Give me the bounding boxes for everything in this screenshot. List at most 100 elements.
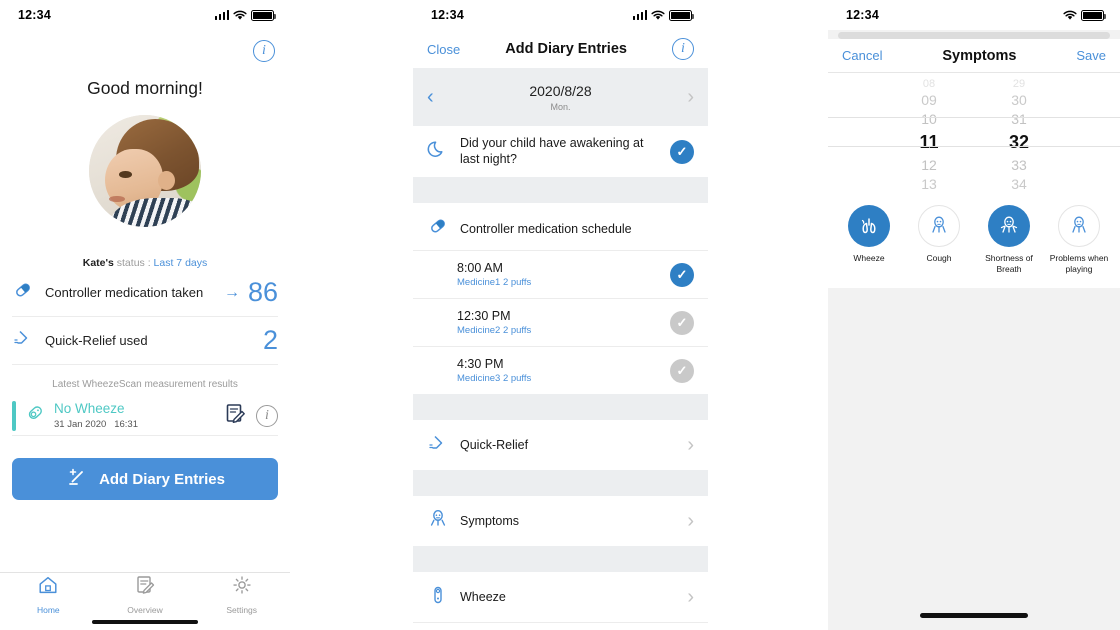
minute-option[interactable]: 33 [991,156,1047,175]
nav-row-label: Quick-Relief [460,438,529,453]
symptom-option-cough[interactable]: Cough [904,205,974,274]
battery-icon [669,9,695,21]
home-header: i [0,30,290,72]
add-diary-entries-button[interactable]: Add Diary Entries [12,458,278,500]
minute-option-selected[interactable]: 32 [991,129,1047,156]
tab-label: Overview [127,605,163,615]
hour-option[interactable]: 08 [901,77,957,91]
medication-row[interactable]: 12:30 PM Medicine2 2 puffs ✓ [413,298,708,346]
date-value: 2020/8/28 [529,82,592,99]
medication-name: Medicine2 2 puffs [457,325,532,337]
nav-row-symptoms[interactable]: Symptoms › [413,496,708,547]
battery-icon [251,9,277,21]
hour-column[interactable]: 08 09 10 11 12 13 14 [901,77,957,193]
medication-info: 4:30 PM Medicine3 2 puffs [457,357,670,384]
gear-icon [231,574,253,601]
time-picker[interactable]: 08 09 10 11 12 13 14 29 30 31 32 33 34 3… [828,73,1120,193]
nav-row-quick-relief[interactable]: Quick-Relief › [413,420,708,471]
minute-option[interactable]: 34 [991,175,1047,193]
hour-option[interactable]: 10 [901,110,957,129]
wheezescan-result-row[interactable]: No Wheeze 31 Jan 2020 16:31 i [12,396,278,436]
controller-medication-header: Controller medication schedule [413,203,708,250]
modal-grabber[interactable] [838,32,1110,39]
info-icon[interactable]: i [256,404,278,427]
medication-time: 4:30 PM [457,357,504,372]
save-button[interactable]: Save [1076,48,1106,63]
chevron-left-icon[interactable]: ‹ [427,87,434,107]
symptom-option-problems-when-playing[interactable]: Problems when playing [1044,205,1114,274]
medication-name: Medicine1 2 puffs [457,277,532,289]
wifi-icon [233,10,247,21]
medication-row[interactable]: 8:00 AM Medicine1 2 puffs ✓ [413,250,708,298]
chevron-right-icon: › [687,434,694,457]
avatar[interactable] [89,115,201,227]
status-range[interactable]: Last 7 days [154,257,208,269]
home-indicator [92,619,198,624]
home-indicator [920,613,1028,618]
phone-screen-symptoms-modal: 12:34 Cancel Symptoms Save 08 09 10 11 1… [828,0,1120,630]
play-person-icon [1058,205,1100,247]
symptom-option-wheeze[interactable]: Wheeze [834,205,904,274]
minute-option[interactable]: 31 [991,110,1047,129]
pill-icon [427,215,449,242]
controller-medication-title: Controller medication schedule [460,221,632,236]
wheeze-result-value: No Wheeze [54,401,125,417]
info-icon[interactable]: i [253,40,275,62]
medication-check-toggle[interactable]: ✓ [670,262,694,287]
tab-home[interactable]: Home [0,573,97,630]
inhaler-icon [427,432,449,459]
tab-settings[interactable]: Settings [193,573,290,630]
stat-row-quick-relief[interactable]: Quick-Relief used 2 [12,317,278,365]
awakening-question-row[interactable]: Did your child have awakening at last ni… [413,126,708,178]
status-bar-time: 12:34 [18,8,51,22]
breath-person-icon [988,205,1030,247]
nav-row-label: Symptoms [460,514,520,529]
selected-date: 2020/8/28 Mon. [529,83,591,112]
wheezescan-section-title: Latest WheezeScan measurement results [52,379,238,390]
stat-value: 86 [247,277,278,307]
page-title: Good morning! [87,78,203,98]
wheeze-result-timestamp: 31 Jan 2020 16:31 [54,419,216,430]
medication-row[interactable]: 4:30 PM Medicine3 2 puffs ✓ [413,346,708,394]
minute-option[interactable]: 29 [991,77,1047,91]
minute-option[interactable]: 30 [991,91,1047,110]
chevron-right-icon[interactable]: › [687,87,694,107]
medication-check-toggle[interactable]: ✓ [670,310,694,335]
navigation-bar: Close Add Diary Entries i [413,30,708,68]
medication-check-toggle[interactable]: ✓ [670,358,694,383]
page-title: Symptoms [942,47,1017,64]
inhaler-icon [12,327,34,354]
wheezescan-device-icon [24,402,46,429]
wheeze-time: 16:31 [114,418,138,430]
status-bar-time: 12:34 [431,8,464,22]
awakening-check-toggle[interactable]: ✓ [670,139,694,164]
minute-column[interactable]: 29 30 31 32 33 34 35 [991,77,1047,193]
hour-option[interactable]: 13 [901,175,957,193]
stat-row-controller-medication[interactable]: Controller medication taken → 86 [12,269,278,317]
close-button[interactable]: Close [427,42,460,57]
stat-label: Quick-Relief used [45,333,148,348]
info-icon[interactable]: i [671,38,694,60]
nav-row-wheeze[interactable]: Wheeze › [413,572,708,623]
symptom-label: Wheeze [853,253,885,263]
wheezescan-result-text: No Wheeze 31 Jan 2020 16:31 [54,401,216,430]
medication-time: 12:30 PM [457,309,511,324]
battery-icon [1081,9,1107,21]
note-edit-icon[interactable] [224,402,246,429]
pill-icon [12,279,34,306]
symptom-option-shortness-of-breath[interactable]: Shortness of Breath [974,205,1044,274]
section-divider [413,470,708,497]
controller-medication-section: Controller medication schedule 8:00 AM M… [413,203,708,395]
status-bar-icons [1063,9,1107,21]
hour-option[interactable]: 12 [901,156,957,175]
status-bar-icons [632,9,695,21]
cancel-button[interactable]: Cancel [842,48,882,63]
medication-info: 8:00 AM Medicine1 2 puffs [457,261,670,288]
stat-label: Controller medication taken [45,285,204,300]
symptom-selector: Wheeze Cough Shortness of Breath Problem… [828,193,1120,289]
tab-label: Settings [226,605,258,615]
note-icon [134,574,156,601]
home-icon [37,574,59,601]
hour-option[interactable]: 09 [901,91,957,110]
hour-option-selected[interactable]: 11 [901,129,957,156]
